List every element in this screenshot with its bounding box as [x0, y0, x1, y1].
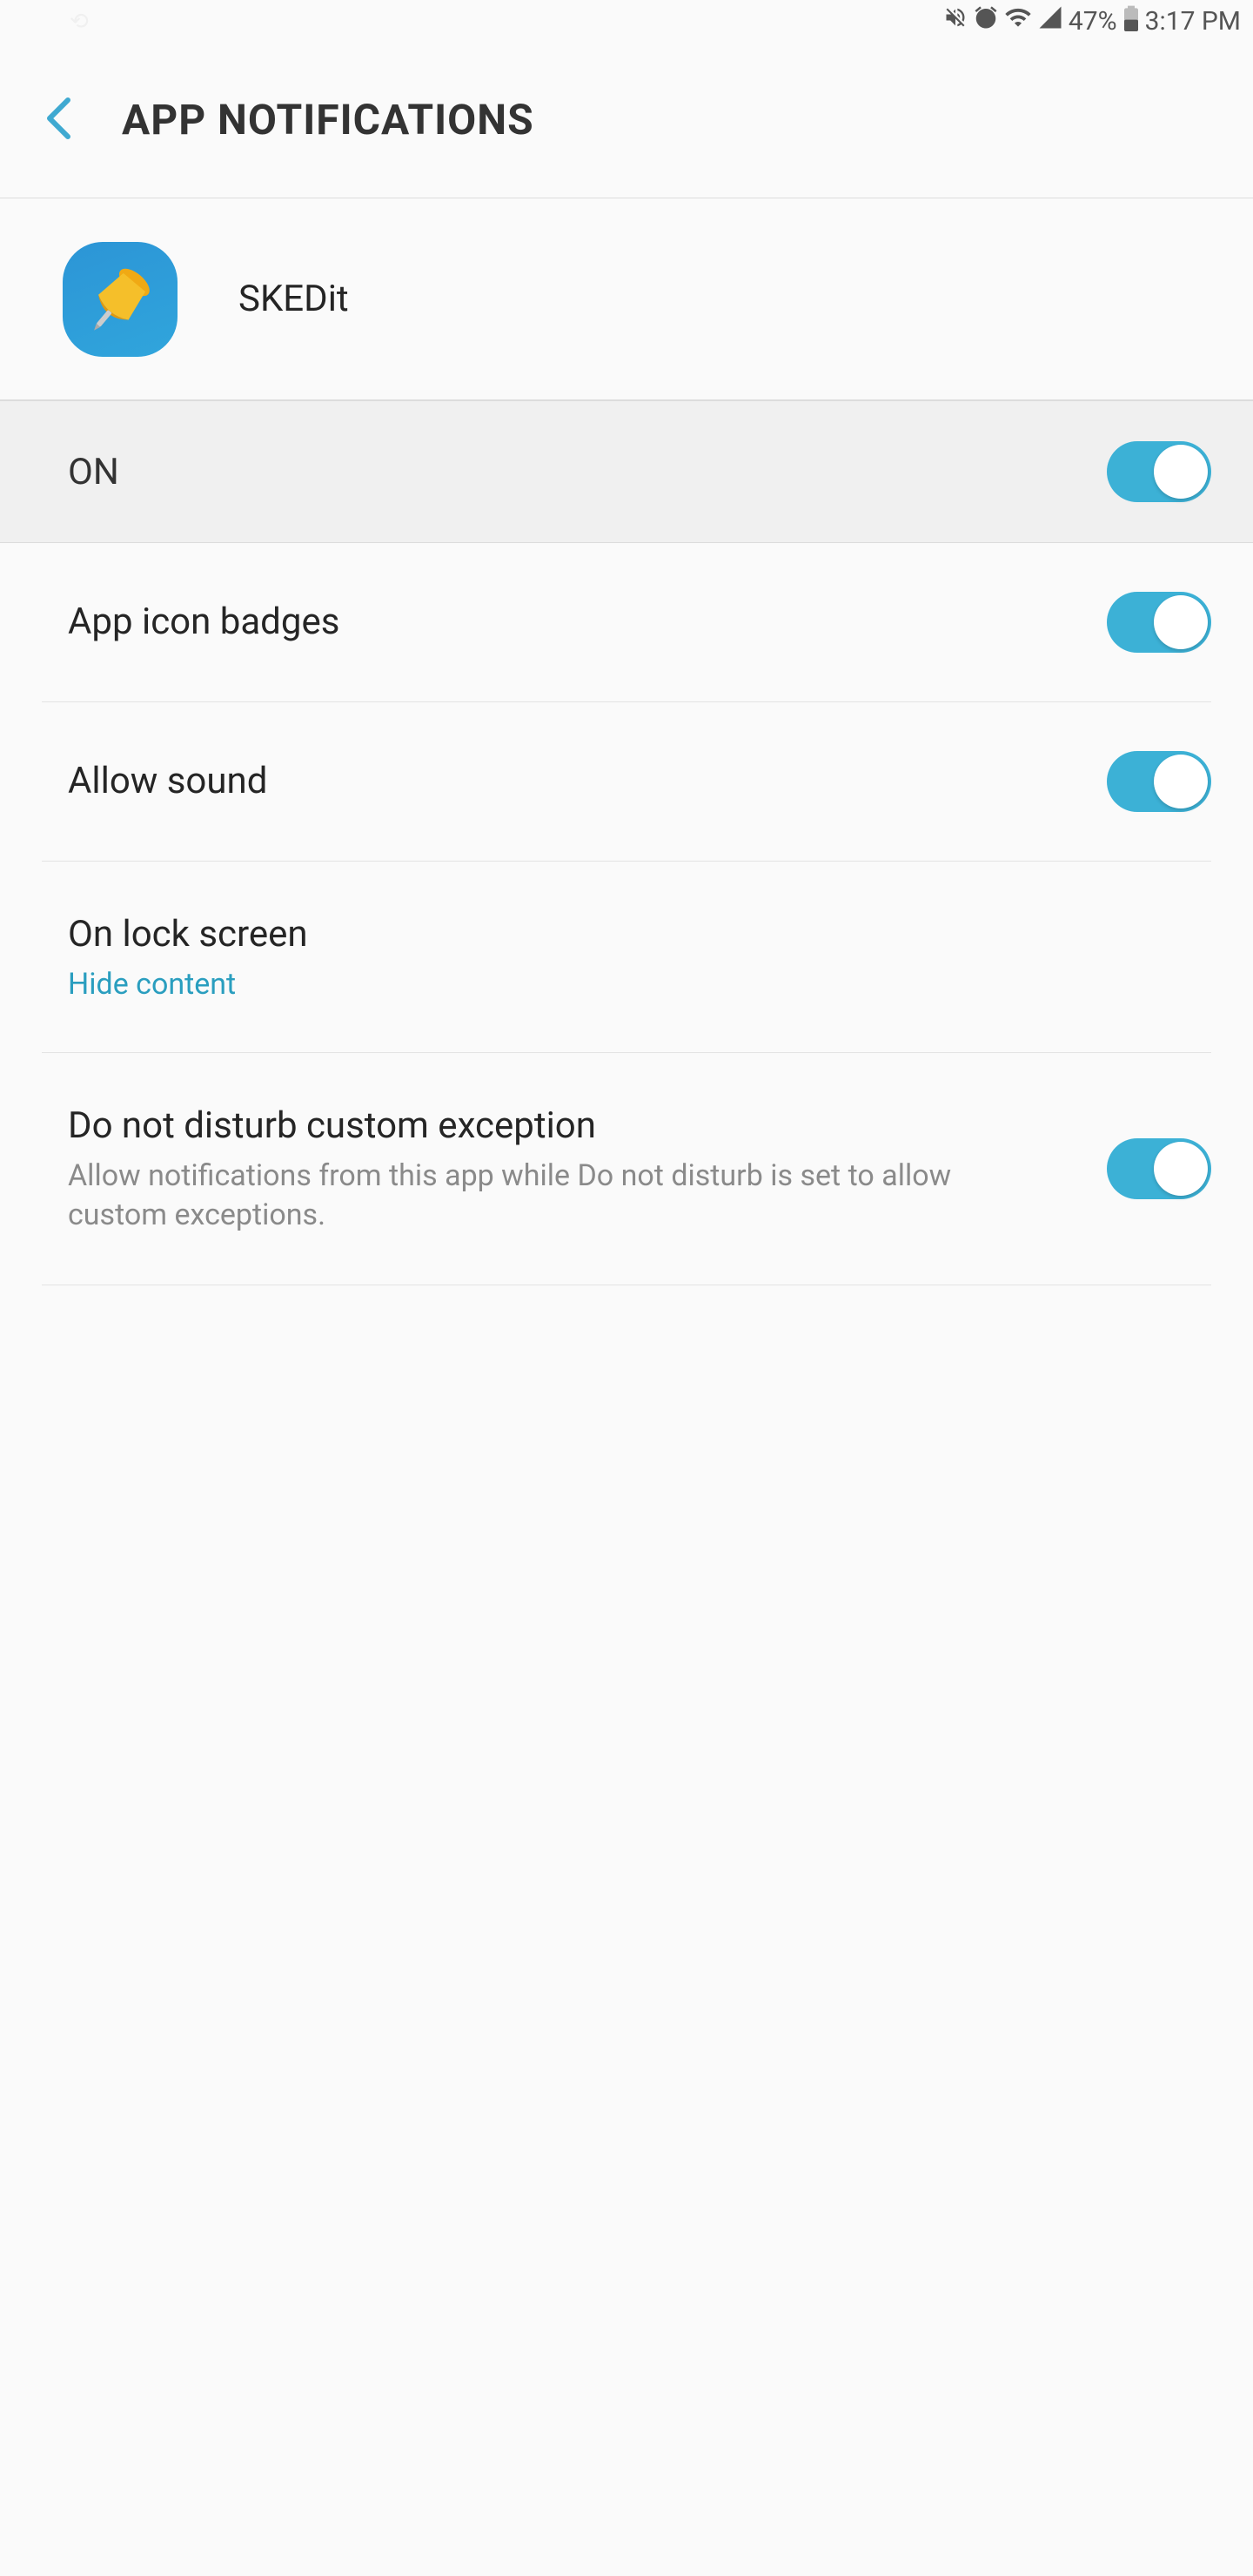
- master-toggle-label: ON: [68, 451, 119, 493]
- pushpin-icon: [78, 258, 162, 341]
- settings-list: App icon badges Allow sound On lock scre…: [0, 543, 1253, 1285]
- setting-app-icon-badges[interactable]: App icon badges: [42, 543, 1211, 702]
- app-header: SKEDit: [0, 198, 1253, 400]
- setting-sub: Hide content: [68, 965, 1185, 1003]
- mute-vibrate-icon: [943, 5, 968, 37]
- chevron-left-icon: [42, 95, 73, 142]
- status-bar: ⟲ 47% 3:17 PM: [0, 0, 1253, 42]
- setting-lock-screen[interactable]: On lock screen Hide content: [42, 862, 1211, 1053]
- signal-icon: [1037, 4, 1063, 37]
- setting-title: On lock screen: [68, 910, 1185, 960]
- back-button[interactable]: [42, 95, 73, 145]
- setting-title: Allow sound: [68, 757, 1081, 807]
- master-toggle-row[interactable]: ON: [0, 400, 1253, 543]
- clock-time: 3:17 PM: [1145, 6, 1241, 37]
- toggle-dnd-exception[interactable]: [1107, 1138, 1211, 1199]
- setting-dnd-exception[interactable]: Do not disturb custom exception Allow no…: [42, 1053, 1211, 1285]
- setting-title: App icon badges: [68, 598, 1081, 647]
- app-name: SKEDit: [238, 278, 349, 320]
- toggle-thumb: [1154, 595, 1208, 649]
- toggle-allow-sound[interactable]: [1107, 751, 1211, 812]
- toggle-thumb: [1154, 755, 1208, 808]
- master-toggle-switch[interactable]: [1107, 441, 1211, 502]
- setting-desc: Allow notifications from this app while …: [68, 1157, 1025, 1237]
- alarm-icon: [973, 4, 999, 37]
- status-icons: 47% 3:17 PM: [943, 3, 1241, 38]
- setting-title: Do not disturb custom exception: [68, 1102, 1081, 1151]
- setting-allow-sound[interactable]: Allow sound: [42, 702, 1211, 862]
- title-bar: APP NOTIFICATIONS: [0, 42, 1253, 198]
- toggle-thumb: [1154, 445, 1208, 499]
- battery-percent: 47%: [1069, 6, 1117, 37]
- battery-icon: [1122, 3, 1140, 38]
- app-icon: [63, 242, 178, 357]
- rotation-lock-icon: ⟲: [70, 9, 89, 35]
- toggle-app-icon-badges[interactable]: [1107, 592, 1211, 653]
- toggle-thumb: [1154, 1142, 1208, 1196]
- wifi-icon: [1004, 3, 1032, 38]
- page-title: APP NOTIFICATIONS: [122, 95, 534, 144]
